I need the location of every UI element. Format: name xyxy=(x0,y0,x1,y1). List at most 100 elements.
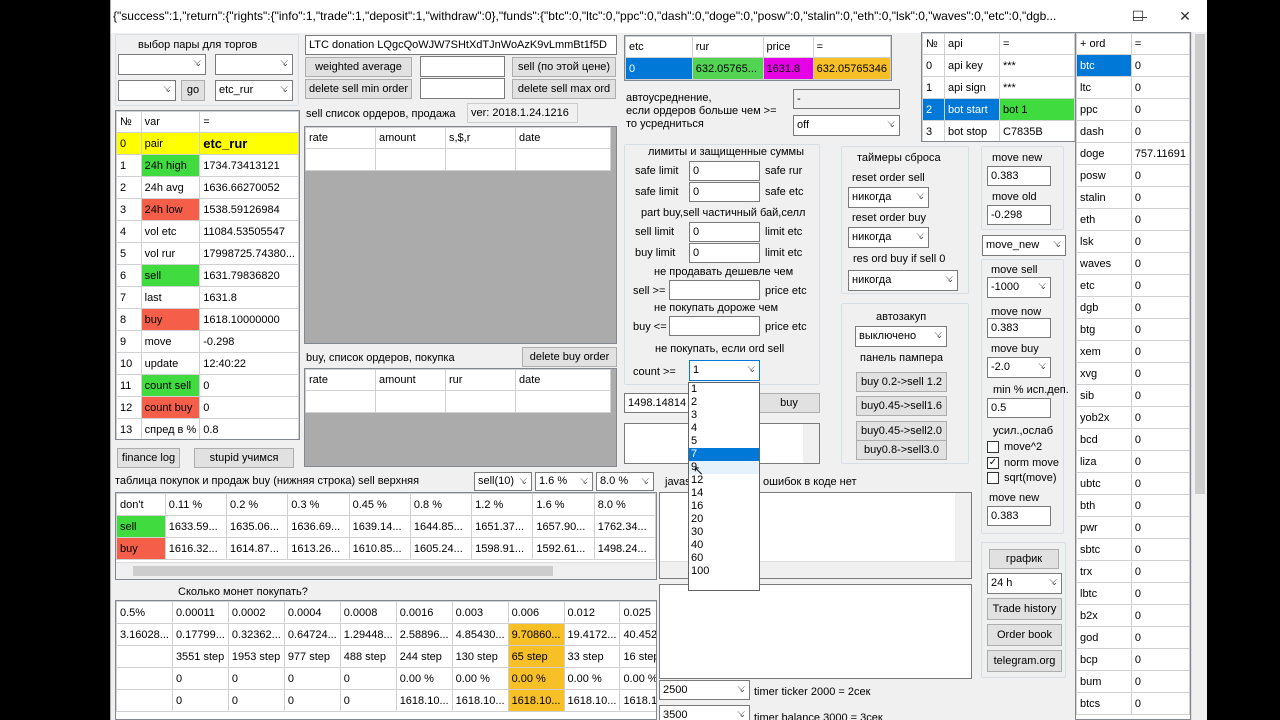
table-row[interactable]: sell 1633.59... 1635.06... 1636.69... 1639.1… xyxy=(116,515,656,538)
sell-limit-field[interactable]: 0 xyxy=(689,222,760,242)
window-scrollbar[interactable] xyxy=(1191,32,1207,720)
table-row[interactable]: btg 0 xyxy=(1076,318,1190,341)
dropdown-option[interactable]: 60 xyxy=(689,552,759,565)
move2-checkbox[interactable] xyxy=(987,441,999,453)
table-row[interactable]: b2x 0 xyxy=(1076,604,1190,627)
dropdown-option[interactable]: 14 xyxy=(689,487,759,500)
vars-table[interactable]: № var = 0 pair etc_rur 1 24h high 1734.73413121… xyxy=(115,110,300,440)
table-row[interactable]: 0 0 0 0 0.00 % 0.00 % 0.00 % 0.00 % 0.00 % xyxy=(116,667,656,690)
coins-table[interactable]: 0.5% 0.00011 0.0002 0.0004 0.0008 0.0016 0.003… xyxy=(115,600,657,720)
balance-table[interactable]: etc rur price = 0 632.05765... 1631.8 632.0576… xyxy=(624,35,892,81)
table-row[interactable]: dash 0 xyxy=(1076,120,1190,143)
table-row[interactable]: 5 vol rur 17998725.74380... xyxy=(116,242,299,265)
table-row[interactable]: buy 1616.32... 1614.87... 1613.26... 1610.85… xyxy=(116,537,656,560)
delete-sell-max-button[interactable]: delete sell max ord xyxy=(512,79,616,99)
dropdown-option[interactable]: 3 xyxy=(689,409,759,422)
table-row[interactable]: bth 0 xyxy=(1076,494,1190,517)
combo-2[interactable]: ⌄ xyxy=(215,54,293,75)
telegram-button[interactable]: telegram.org xyxy=(987,650,1062,672)
dropdown-option[interactable]: 5 xyxy=(689,435,759,448)
table-row[interactable]: 3551 step 1953 step 977 step 488 step 244 st… xyxy=(116,645,656,668)
pump-button-4[interactable]: buy0.8->sell3.0 xyxy=(856,440,947,460)
table-row[interactable]: 0 0 0 0 1618.10... 1618.10... 1618.10... 1618.1… xyxy=(116,689,656,712)
table-row[interactable]: bcd 0 xyxy=(1076,428,1190,451)
dropdown-option[interactable]: 2 xyxy=(689,396,759,409)
table-row[interactable]: 0 api key *** xyxy=(922,54,1075,77)
horizontal-scrollbar[interactable] xyxy=(116,562,656,579)
combo-3[interactable]: ⌄ xyxy=(118,80,176,101)
table-row[interactable]: lsk 0 xyxy=(1076,230,1190,253)
pct1-combo[interactable]: 1.6 % ⌄ xyxy=(535,472,593,491)
table-row[interactable]: god 0 xyxy=(1076,626,1190,649)
scrollbar-thumb[interactable] xyxy=(133,566,553,576)
move-now-field[interactable]: 0.383 xyxy=(987,318,1051,338)
period-combo[interactable]: 24 h ⌄ xyxy=(987,573,1062,594)
sqrt-move-checkbox[interactable] xyxy=(987,472,999,484)
safe-rur-field[interactable]: 0 xyxy=(689,161,760,181)
pump-button-2[interactable]: buy0.45->sell1.6 xyxy=(856,396,947,416)
move-old-field[interactable]: -0.298 xyxy=(987,205,1051,225)
weighted-average-button[interactable]: weighted average xyxy=(305,57,412,77)
table-row[interactable]: 3 bot stop C7835B xyxy=(922,120,1075,141)
buy-orders-table[interactable]: rate amount rur date xyxy=(304,368,617,467)
dropdown-option[interactable]: 4 xyxy=(689,422,759,435)
table-row[interactable]: bum 0 xyxy=(1076,670,1190,693)
dropdown-option[interactable]: 100 xyxy=(689,565,759,578)
buysell-table[interactable]: don't 0.11 % 0.2 % 0.3 % 0.45 % 0.8 % 1.2 % 1.6… xyxy=(115,492,657,580)
table-row[interactable]: liza 0 xyxy=(1076,450,1190,473)
go-button[interactable]: go xyxy=(181,80,205,101)
min-pct-field[interactable]: 0.5 xyxy=(987,398,1051,418)
funds-table[interactable]: + ord = btc 0 ltc 0 ppc 0 dash 0 doge 757.11691 pos… xyxy=(1075,32,1191,720)
move-combo[interactable]: move_new ⌄ xyxy=(982,235,1066,256)
table-row[interactable] xyxy=(305,390,611,413)
table-row[interactable]: 4 vol etc 11084.53505547 xyxy=(116,220,299,243)
table-row[interactable]: xvg 0 xyxy=(1076,362,1190,385)
sell-ge-field[interactable] xyxy=(669,280,760,300)
table-row[interactable]: dgb 0 xyxy=(1076,296,1190,319)
count-dropdown-list[interactable]: 1 2 3 4 5 7 9 12 14 16 20 30 40 60 100 xyxy=(688,382,760,591)
table-row[interactable]: 10 update 12:40:22 xyxy=(116,352,299,375)
chart-button[interactable]: график xyxy=(989,549,1059,569)
trade-history-button[interactable]: Trade history xyxy=(987,598,1062,620)
move-new-field[interactable]: 0.383 xyxy=(987,166,1051,186)
averaging-mode-combo[interactable]: off ⌄ xyxy=(793,115,900,136)
dropdown-option[interactable]: 20 xyxy=(689,513,759,526)
table-row[interactable]: 1 24h high 1734.73413121 xyxy=(116,154,299,177)
pump-button-1[interactable]: buy 0.2->sell 1.2 xyxy=(856,372,947,392)
close-button[interactable]: ✕ xyxy=(1162,0,1207,33)
table-row[interactable]: waves 0 xyxy=(1076,252,1190,275)
buy-limit-field[interactable]: 0 xyxy=(689,243,760,263)
reset-sell-combo[interactable]: никогда ⌄ xyxy=(848,187,929,208)
finance-log-button[interactable]: finance log xyxy=(117,448,180,468)
dropdown-option[interactable]: 7 xyxy=(689,448,759,461)
table-row[interactable]: don't 0.11 % 0.2 % 0.3 % 0.45 % 0.8 % 1.2 % 1.6… xyxy=(116,493,656,516)
weighted-value-field[interactable] xyxy=(420,56,505,77)
sell-price-button[interactable]: sell (по этой цене) xyxy=(512,57,616,77)
js-output-box[interactable] xyxy=(659,584,972,679)
count-combo[interactable]: 1 ⌄ xyxy=(689,360,760,381)
table-row[interactable]: doge 757.11691 xyxy=(1076,142,1190,165)
dropdown-option[interactable]: 1 xyxy=(689,383,759,396)
table-row[interactable]: 3 24h low 1538.59126984 xyxy=(116,198,299,221)
donation-field[interactable]: LTC donation LQgcQoWJW7SHtXdTJnWoAzK9vLm… xyxy=(305,35,617,55)
table-row[interactable]: ubtc 0 xyxy=(1076,472,1190,495)
table-row[interactable]: lbtc 0 xyxy=(1076,582,1190,605)
move-new-field-2[interactable]: 0.383 xyxy=(987,506,1051,526)
table-row[interactable]: btcs 0 xyxy=(1076,692,1190,715)
sell-orders-table[interactable]: rate amount s,$,r date xyxy=(304,126,617,344)
dropdown-option[interactable]: 40 xyxy=(689,539,759,552)
table-row[interactable]: etc 0 xyxy=(1076,274,1190,297)
maximize-button[interactable]: ☐ xyxy=(1115,0,1161,33)
dropdown-option[interactable]: 30 xyxy=(689,526,759,539)
table-row[interactable]: 0 pair etc_rur xyxy=(116,132,299,155)
table-row[interactable]: trx 0 xyxy=(1076,560,1190,583)
move-sell-combo[interactable]: -1000 ⌄ xyxy=(987,277,1051,298)
table-row[interactable] xyxy=(305,148,611,171)
table-row[interactable]: 3.16028... 0.17799... 0.32362... 0.64724...… xyxy=(116,623,656,646)
table-row[interactable]: 12 count buy 0 xyxy=(116,396,299,419)
autobuy-combo[interactable]: выключено ⌄ xyxy=(855,326,947,347)
stupid-button[interactable]: stupid учимся xyxy=(194,448,294,468)
table-row[interactable]: 1 api sign *** xyxy=(922,76,1075,99)
move-buy-combo[interactable]: -2.0 ⌄ xyxy=(987,357,1051,378)
averaging-value[interactable]: - xyxy=(793,89,900,109)
